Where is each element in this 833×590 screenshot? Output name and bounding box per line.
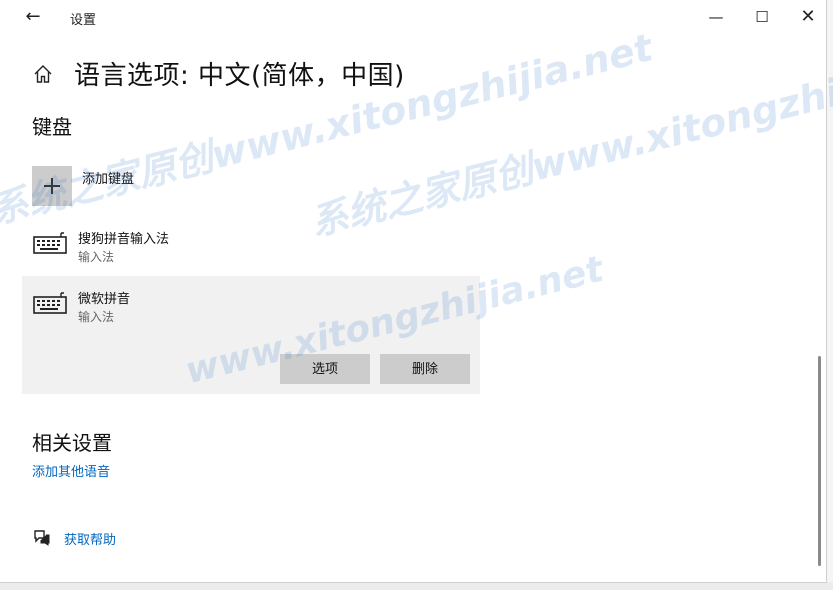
home-icon[interactable]	[33, 64, 53, 84]
add-keyboard-button[interactable]: 添加键盘	[32, 166, 332, 208]
keyboard-icon	[33, 292, 67, 314]
options-button[interactable]: 选项	[280, 354, 370, 384]
get-help-label: 获取帮助	[64, 533, 117, 548]
minimize-button[interactable]: —	[696, 4, 736, 30]
keyboard-type: 输入法	[78, 250, 115, 264]
app-title: 设置	[70, 13, 97, 28]
keyboard-heading: 键盘	[32, 115, 72, 139]
add-keyboard-label: 添加键盘	[82, 172, 135, 187]
delete-button[interactable]: 删除	[380, 354, 470, 384]
get-help-link[interactable]: 获取帮助	[32, 527, 232, 549]
help-chat-icon	[34, 530, 50, 546]
scrollbar[interactable]	[818, 356, 821, 566]
plus-icon	[32, 166, 72, 206]
add-language-link[interactable]: 添加其他语音	[32, 461, 110, 480]
back-arrow-icon[interactable]: ←	[22, 6, 44, 28]
close-button[interactable]: ✕	[788, 4, 826, 30]
title-bar: ← 设置 — ☐ ✕	[8, 0, 826, 34]
background-window-edge-right	[826, 0, 833, 590]
settings-window: ← 设置 — ☐ ✕ 语言选项: 中文(简体，中国) 键盘 添加键盘 搜狗拼音输…	[0, 0, 827, 583]
keyboard-icon	[33, 232, 67, 254]
related-settings-heading: 相关设置	[32, 431, 112, 455]
keyboard-name: 搜狗拼音输入法	[78, 232, 170, 247]
keyboard-type: 输入法	[78, 310, 115, 324]
keyboard-name: 微软拼音	[78, 292, 131, 307]
background-window-edge-bottom	[0, 582, 833, 590]
page-title: 语言选项: 中文(简体，中国)	[74, 61, 405, 91]
keyboard-item-microsoft-pinyin[interactable]: 微软拼音 输入法 选项 删除	[22, 276, 480, 394]
maximize-button[interactable]: ☐	[742, 4, 782, 30]
keyboard-item-sogou[interactable]: 搜狗拼音输入法 输入法	[22, 220, 480, 272]
